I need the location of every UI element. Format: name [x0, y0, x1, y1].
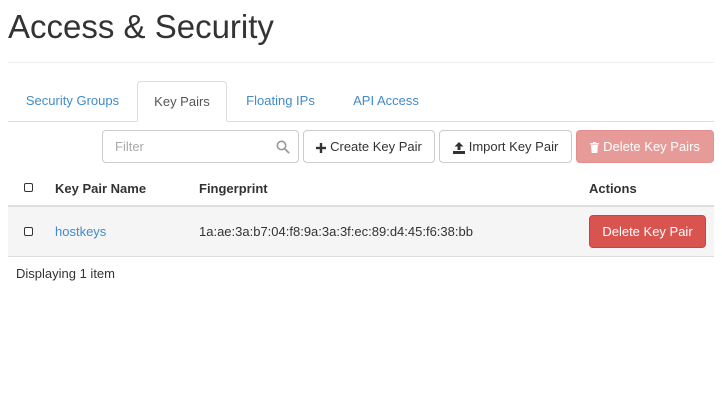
table-toolbar: Create Key Pair Import Key Pair Delete K…	[0, 130, 722, 163]
page-title: Access & Security	[8, 8, 274, 45]
search-icon[interactable]	[276, 140, 290, 154]
import-key-pair-label: Import Key Pair	[468, 139, 559, 154]
fingerprint-value: 1a:ae:3a:b7:04:f8:9a:3a:3f:ec:89:d4:45:f…	[199, 224, 473, 239]
row-checkbox[interactable]	[24, 227, 33, 236]
column-header-fingerprint[interactable]: Fingerprint	[199, 172, 268, 205]
select-all-checkbox[interactable]	[24, 183, 33, 192]
filter-box	[102, 130, 299, 163]
tab-bar: Security Groups Key Pairs Floating IPs A…	[8, 81, 714, 122]
delete-key-pairs-label: Delete Key Pairs	[603, 139, 700, 154]
column-header-name[interactable]: Key Pair Name	[55, 172, 146, 205]
create-key-pair-button[interactable]: Create Key Pair	[303, 130, 435, 163]
table-row: hostkeys 1a:ae:3a:b7:04:f8:9a:3a:3f:ec:8…	[8, 207, 714, 257]
key-pairs-table: Key Pair Name Fingerprint Actions hostke…	[8, 172, 714, 257]
tab-security-groups[interactable]: Security Groups	[8, 81, 137, 121]
delete-key-pair-button[interactable]: Delete Key Pair	[589, 215, 706, 248]
table-header: Key Pair Name Fingerprint Actions	[8, 172, 714, 207]
filter-input[interactable]	[103, 131, 285, 162]
tab-key-pairs[interactable]: Key Pairs	[137, 81, 227, 122]
create-key-pair-label: Create Key Pair	[330, 139, 422, 154]
tab-floating-ips[interactable]: Floating IPs	[233, 81, 328, 121]
item-count: Displaying 1 item	[16, 266, 115, 281]
tab-api-access[interactable]: API Access	[336, 81, 436, 121]
trash-icon	[590, 142, 600, 154]
upload-icon	[452, 141, 465, 154]
column-header-actions: Actions	[589, 181, 637, 196]
title-divider	[8, 62, 714, 63]
import-key-pair-button[interactable]: Import Key Pair	[439, 130, 572, 163]
plus-icon	[316, 142, 327, 153]
delete-key-pairs-button[interactable]: Delete Key Pairs	[576, 130, 714, 163]
key-pair-name-link[interactable]: hostkeys	[55, 207, 106, 256]
